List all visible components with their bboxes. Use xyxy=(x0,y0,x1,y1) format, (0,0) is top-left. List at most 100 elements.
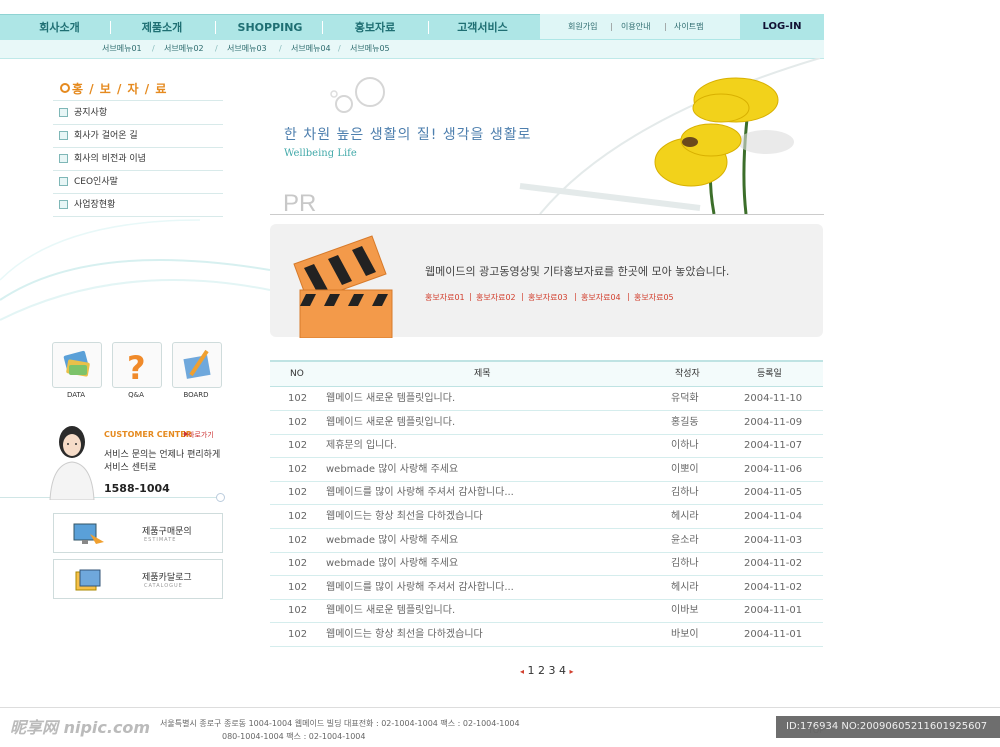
pr-info-text: 웹메이드의 광고동영상및 기타홍보자료를 한곳에 모아 놓았습니다. xyxy=(425,265,730,278)
util-join[interactable]: 회원가입 xyxy=(568,14,597,39)
cell-author: 김하나 xyxy=(671,487,699,499)
sidebar-item-history[interactable]: 회사가 걸어온 길 xyxy=(53,125,223,148)
watermark-logo: 昵享网 nipic.com xyxy=(10,718,151,737)
table-row[interactable]: 102 webmade 많이 사랑해 주세요 윤소라 2004-11-03 xyxy=(270,529,823,553)
table-row[interactable]: 102 웹메이드는 항상 최선을 다하겠습니다 바보이 2004-11-01 xyxy=(270,623,823,647)
square-bullet-icon xyxy=(59,131,68,140)
cell-date: 2004-11-06 xyxy=(744,463,803,475)
cell-title[interactable]: 제휴문의 입니다. xyxy=(326,434,397,457)
nav-shopping[interactable]: SHOPPING xyxy=(230,15,310,40)
nav-products[interactable]: 제품소개 xyxy=(122,15,202,40)
cell-no: 102 xyxy=(288,463,308,475)
customer-center-line2: 서비스 센터로 xyxy=(104,463,157,473)
data-icon[interactable] xyxy=(52,342,102,388)
cell-date: 2004-11-07 xyxy=(744,440,803,452)
estimate-button[interactable]: 제품구매문의 ESTIMATE xyxy=(53,513,223,553)
table-row[interactable]: 102 제휴문의 입니다. 이하나 2004-11-07 xyxy=(270,434,823,459)
hero-slogan-english: Wellbeing Life xyxy=(284,148,357,159)
nav-pr[interactable]: 홍보자료 xyxy=(335,15,415,40)
subnav-item-03[interactable]: 서브메뉴03 xyxy=(227,40,267,58)
table-row[interactable]: 102 웹메이드를 많이 사랑해 주셔서 감사합니다... 헤시라 2004-11-0… xyxy=(270,576,823,600)
table-row[interactable]: 102 웹메이드 새로운 템플릿입니다. 유덕화 2004-11-10 xyxy=(270,387,823,411)
page-link[interactable]: 4 xyxy=(559,664,566,677)
pr-link-separator: | xyxy=(574,292,577,301)
table-row[interactable]: 102 webmade 많이 사랑해 주세요 김하나 2004-11-02 xyxy=(270,552,823,577)
cell-no: 102 xyxy=(288,416,308,428)
table-header: NO 제목 작성자 등록일 xyxy=(270,362,823,387)
square-bullet-icon xyxy=(59,177,68,186)
subnav-separator: / xyxy=(338,44,341,53)
nav-separator xyxy=(428,21,429,34)
board-icon[interactable] xyxy=(172,342,222,388)
table-row[interactable]: 102 웹메이드는 항상 최선을 다하겠습니다 헤시라 2004-11-04 xyxy=(270,505,823,529)
next-page-icon[interactable]: ▸ xyxy=(570,667,574,676)
cell-title[interactable]: 웹메이드를 많이 사랑해 주셔서 감사합니다... xyxy=(326,481,514,504)
table-row[interactable]: 102 웹메이드 새로운 템플릿입니다. 이바보 2004-11-01 xyxy=(270,599,823,624)
cell-author: 헤시라 xyxy=(671,511,699,522)
cell-date: 2004-11-01 xyxy=(744,629,803,640)
sidebar-item-label: 회사가 걸어온 길 xyxy=(74,131,138,141)
subnav-item-01[interactable]: 서브메뉴01 xyxy=(102,40,142,58)
cell-no: 102 xyxy=(288,629,308,640)
table-row[interactable]: 102 webmade 많이 사랑해 주세요 이뽀이 2004-11-06 xyxy=(270,458,823,482)
pr-link-04[interactable]: 홍보자료04 xyxy=(581,292,621,303)
page-link[interactable]: 2 xyxy=(538,664,545,677)
sidebar-item-ceo[interactable]: CEO인사말 xyxy=(53,171,223,194)
login-button[interactable]: LOG-IN xyxy=(740,14,824,39)
sub-navigation: 서브메뉴01 / 서브메뉴02 / 서브메뉴03 / 서브메뉴04 / 서브메뉴… xyxy=(0,40,824,59)
page-link[interactable]: 3 xyxy=(549,664,556,677)
util-guide[interactable]: 이용안내 xyxy=(621,14,650,39)
cell-no: 102 xyxy=(288,440,308,452)
customer-center-shortcut-link[interactable]: 바로가기 xyxy=(188,430,214,440)
left-divider xyxy=(0,497,220,498)
table-row[interactable]: 102 웹메이드 새로운 템플릿입니다. 홍길동 2004-11-09 xyxy=(270,411,823,435)
subnav-item-05[interactable]: 서브메뉴05 xyxy=(350,40,390,58)
cell-no: 102 xyxy=(288,581,308,593)
cell-title[interactable]: 웹메이드는 항상 최선을 다하겠습니다 xyxy=(326,505,483,528)
cell-no: 102 xyxy=(288,511,308,522)
cell-title[interactable]: 웹메이드는 항상 최선을 다하겠습니다 xyxy=(326,623,483,646)
cell-no: 102 xyxy=(288,558,308,570)
cell-date: 2004-11-02 xyxy=(744,558,803,570)
table-row[interactable]: 102 웹메이드를 많이 사랑해 주셔서 감사합니다... 김하나 2004-11-0… xyxy=(270,481,823,506)
cell-title[interactable]: 웹메이드 새로운 템플릿입니다. xyxy=(326,411,455,434)
cell-author: 윤소라 xyxy=(671,534,699,546)
cell-title[interactable]: webmade 많이 사랑해 주세요 xyxy=(326,458,458,481)
catalogue-button-label: 제품카달로그 xyxy=(142,573,192,583)
col-header-date: 등록일 xyxy=(757,369,782,379)
nav-customer-service[interactable]: 고객서비스 xyxy=(440,15,525,40)
prev-page-icon[interactable]: ◂ xyxy=(520,667,524,676)
pr-link-01[interactable]: 홍보자료01 xyxy=(425,292,465,303)
scroll-top-button[interactable]: TOP xyxy=(808,726,824,735)
nav-company[interactable]: 회사소개 xyxy=(22,15,97,40)
pr-link-02[interactable]: 홍보자료02 xyxy=(476,292,516,303)
cell-date: 2004-11-09 xyxy=(744,416,803,428)
cell-date: 2004-11-05 xyxy=(744,487,803,499)
catalogue-button[interactable]: 제품카달로그 CATALOGUE xyxy=(53,559,223,599)
cell-title[interactable]: webmade 많이 사랑해 주세요 xyxy=(326,552,458,575)
subnav-separator: / xyxy=(215,44,218,53)
sidebar-title-bullet-icon xyxy=(60,83,70,93)
cell-author: 이바보 xyxy=(671,605,699,617)
page-link[interactable]: 1 xyxy=(528,664,535,677)
sidebar-item-notice[interactable]: 공지사항 xyxy=(53,102,223,125)
sidebar-item-sites[interactable]: 사업장현황 xyxy=(53,194,223,217)
pr-link-05[interactable]: 홍보자료05 xyxy=(634,292,674,303)
sidebar-item-vision[interactable]: 회사의 비전과 이념 xyxy=(53,148,223,171)
cell-date: 2004-11-02 xyxy=(744,581,803,593)
customer-center-line1: 서비스 문의는 언제나 편리하게 xyxy=(104,450,221,460)
estimate-button-label: 제품구매문의 xyxy=(142,527,192,537)
question-icon[interactable]: ? xyxy=(112,342,162,388)
cell-title[interactable]: 웹메이드 새로운 템플릿입니다. xyxy=(326,599,455,622)
cell-title[interactable]: 웹메이드 새로운 템플릿입니다. xyxy=(326,387,455,410)
util-sitemap[interactable]: 사이트맵 xyxy=(674,14,703,39)
subnav-item-04[interactable]: 서브메뉴04 xyxy=(291,40,331,58)
subnav-item-02[interactable]: 서브메뉴02 xyxy=(164,40,204,58)
cell-title[interactable]: 웹메이드를 많이 사랑해 주셔서 감사합니다... xyxy=(326,576,514,599)
cell-title[interactable]: webmade 많이 사랑해 주세요 xyxy=(326,529,458,552)
catalogue-icon xyxy=(75,569,101,591)
pr-link-03[interactable]: 홍보자료03 xyxy=(528,292,568,303)
nav-separator xyxy=(215,21,216,34)
quick-label-board: BOARD xyxy=(183,391,209,399)
util-separator: | xyxy=(664,22,667,31)
